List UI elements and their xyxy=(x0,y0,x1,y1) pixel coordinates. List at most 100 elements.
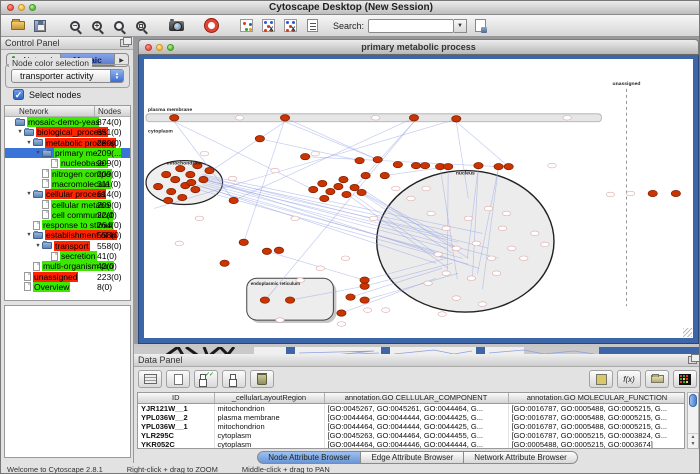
table-row[interactable]: YKR052Ccytoplasm[GO:0044464, GO:0044446,… xyxy=(138,440,685,449)
faded-node[interactable] xyxy=(371,115,379,120)
zoom-in-button[interactable]: + xyxy=(86,17,108,35)
node[interactable] xyxy=(178,194,187,200)
faded-node[interactable] xyxy=(467,276,475,281)
table-row[interactable]: YPL036W__2plasma membrane[GO:0044464, GO… xyxy=(138,413,685,422)
node[interactable] xyxy=(339,176,348,182)
node[interactable] xyxy=(393,161,402,167)
attribute-table-header-row[interactable]: ID_cellularLayoutRegionannotation.GO CEL… xyxy=(138,393,685,403)
tree-expander-icon[interactable]: ▼ xyxy=(25,232,33,238)
tree-expander-icon[interactable]: ▼ xyxy=(34,150,42,156)
node[interactable] xyxy=(318,180,327,186)
faded-node[interactable] xyxy=(424,281,432,286)
faded-node[interactable] xyxy=(341,256,349,261)
node[interactable] xyxy=(360,297,369,303)
table-cell[interactable]: [GO:0044464, GO:0044444, GO:0044425, G..… xyxy=(324,413,508,422)
delete-attribute-button[interactable] xyxy=(250,370,274,388)
table-cell[interactable]: YKR052C xyxy=(138,440,214,449)
attribute-tab[interactable]: Edge Attribute Browser xyxy=(361,451,464,464)
faded-node[interactable] xyxy=(337,322,345,327)
faded-node[interactable] xyxy=(235,115,243,120)
faded-node[interactable] xyxy=(200,151,208,156)
node[interactable] xyxy=(260,297,269,303)
faded-node[interactable] xyxy=(271,168,279,173)
node[interactable] xyxy=(262,248,271,254)
node[interactable] xyxy=(167,188,176,194)
faded-node[interactable] xyxy=(487,256,495,261)
window-titlebar[interactable]: Cytoscape Desktop (New Session) xyxy=(1,1,700,15)
table-cell[interactable]: [GO:0005488, GO:0005215, GO:0003674] xyxy=(508,440,685,449)
node[interactable] xyxy=(153,183,162,189)
table-cell[interactable]: mitochondrion xyxy=(214,422,324,431)
table-scrollbar[interactable]: ▲▼ xyxy=(687,392,699,449)
node[interactable] xyxy=(504,163,513,169)
table-cell[interactable]: [GO:0016787, GO:0005488, GO:0005215, G..… xyxy=(508,449,685,450)
tree-row[interactable]: response to stimul264(0) xyxy=(5,220,130,230)
scrollbar-thumb[interactable] xyxy=(689,394,697,407)
attribute-tab[interactable]: Node Attribute Browser xyxy=(257,451,361,464)
node[interactable] xyxy=(671,190,680,196)
network-tree-header[interactable]: Network Nodes xyxy=(5,106,130,117)
faded-node[interactable] xyxy=(464,216,472,221)
faded-node[interactable] xyxy=(563,115,571,120)
node[interactable] xyxy=(220,260,229,266)
node[interactable] xyxy=(420,162,429,168)
table-cell[interactable]: [GO:0044464, GO:0044444, GO:0044425, G..… xyxy=(324,449,508,450)
table-cell[interactable]: cytoplasm xyxy=(214,431,324,440)
zoom-selected-button[interactable] xyxy=(108,17,130,35)
tree-row[interactable]: secretion41(0) xyxy=(5,251,130,261)
faded-node[interactable] xyxy=(452,296,460,301)
node[interactable] xyxy=(346,294,355,300)
heatmap-button[interactable] xyxy=(673,370,697,388)
node[interactable] xyxy=(337,310,346,316)
node[interactable] xyxy=(171,176,180,182)
faded-node[interactable] xyxy=(369,216,377,221)
annotation-button[interactable] xyxy=(301,17,323,35)
new-attribute-button[interactable] xyxy=(166,370,190,388)
matrix-button[interactable] xyxy=(589,370,613,388)
snapshot-button[interactable] xyxy=(165,17,187,35)
tree-row[interactable]: macromolecule311(0) xyxy=(5,179,130,189)
tree-row[interactable]: cell communicat22(0) xyxy=(5,210,130,220)
node[interactable] xyxy=(164,197,173,203)
faded-node[interactable] xyxy=(276,318,284,323)
node[interactable] xyxy=(474,162,483,168)
network-canvas[interactable]: plasma membranecytoplasmmitochondrionnuc… xyxy=(144,59,693,338)
faded-node[interactable] xyxy=(427,211,435,216)
faded-node[interactable] xyxy=(452,246,460,251)
tree-row[interactable]: ▼transport558(0) xyxy=(5,241,130,251)
faded-node[interactable] xyxy=(438,312,446,317)
node[interactable] xyxy=(199,176,208,182)
table-row[interactable]: YPL036W__1mitochondrion[GO:0044464, GO:0… xyxy=(138,422,685,431)
column-header[interactable]: annotation.GO CELLULAR_COMPONENT xyxy=(324,393,508,403)
network-overview-button[interactable] xyxy=(235,17,257,35)
import-attributes-button[interactable] xyxy=(645,370,669,388)
faded-node[interactable] xyxy=(228,176,236,181)
faded-node[interactable] xyxy=(492,271,500,276)
node[interactable] xyxy=(205,167,214,173)
column-header[interactable]: annotation.GO MOLECULAR_FUNCTION xyxy=(508,393,685,403)
tree-row[interactable]: nitrogen compo209(0) xyxy=(5,168,130,178)
node[interactable] xyxy=(285,297,294,303)
table-cell[interactable]: YDR039C__1 xyxy=(138,449,214,450)
table-cell[interactable]: [GO:0016787, GO:0005215, GO:0003824, G..… xyxy=(508,431,685,440)
tree-row[interactable]: ▼primary metabol209(... xyxy=(5,148,130,158)
attribute-table[interactable]: ID_cellularLayoutRegionannotation.GO CEL… xyxy=(137,392,685,449)
table-cell[interactable]: YLR295C xyxy=(138,431,214,440)
search-options-button[interactable]: ▼ xyxy=(454,19,467,33)
faded-node[interactable] xyxy=(484,206,492,211)
faded-node[interactable] xyxy=(541,242,549,247)
hide-selected-button[interactable] xyxy=(257,17,279,35)
tree-row[interactable]: unassigned223(0) xyxy=(5,271,130,281)
table-cell[interactable]: cytoplasm xyxy=(214,440,324,449)
faded-node[interactable] xyxy=(507,246,515,251)
node[interactable] xyxy=(229,197,238,203)
table-cell[interactable]: YPL036W__1 xyxy=(138,422,214,431)
node[interactable] xyxy=(360,277,369,283)
zoom-fit-button[interactable] xyxy=(130,17,152,35)
zoom-out-button[interactable]: − xyxy=(64,17,86,35)
tree-expander-icon[interactable]: ▼ xyxy=(34,243,42,249)
faded-node[interactable] xyxy=(422,186,430,191)
faded-node[interactable] xyxy=(606,192,614,197)
table-cell[interactable]: [GO:0045263, GO:0044464, GO:0044455, G..… xyxy=(324,431,508,440)
table-cell[interactable]: [GO:0044464, GO:0044446, GO:0044444, G..… xyxy=(324,440,508,449)
